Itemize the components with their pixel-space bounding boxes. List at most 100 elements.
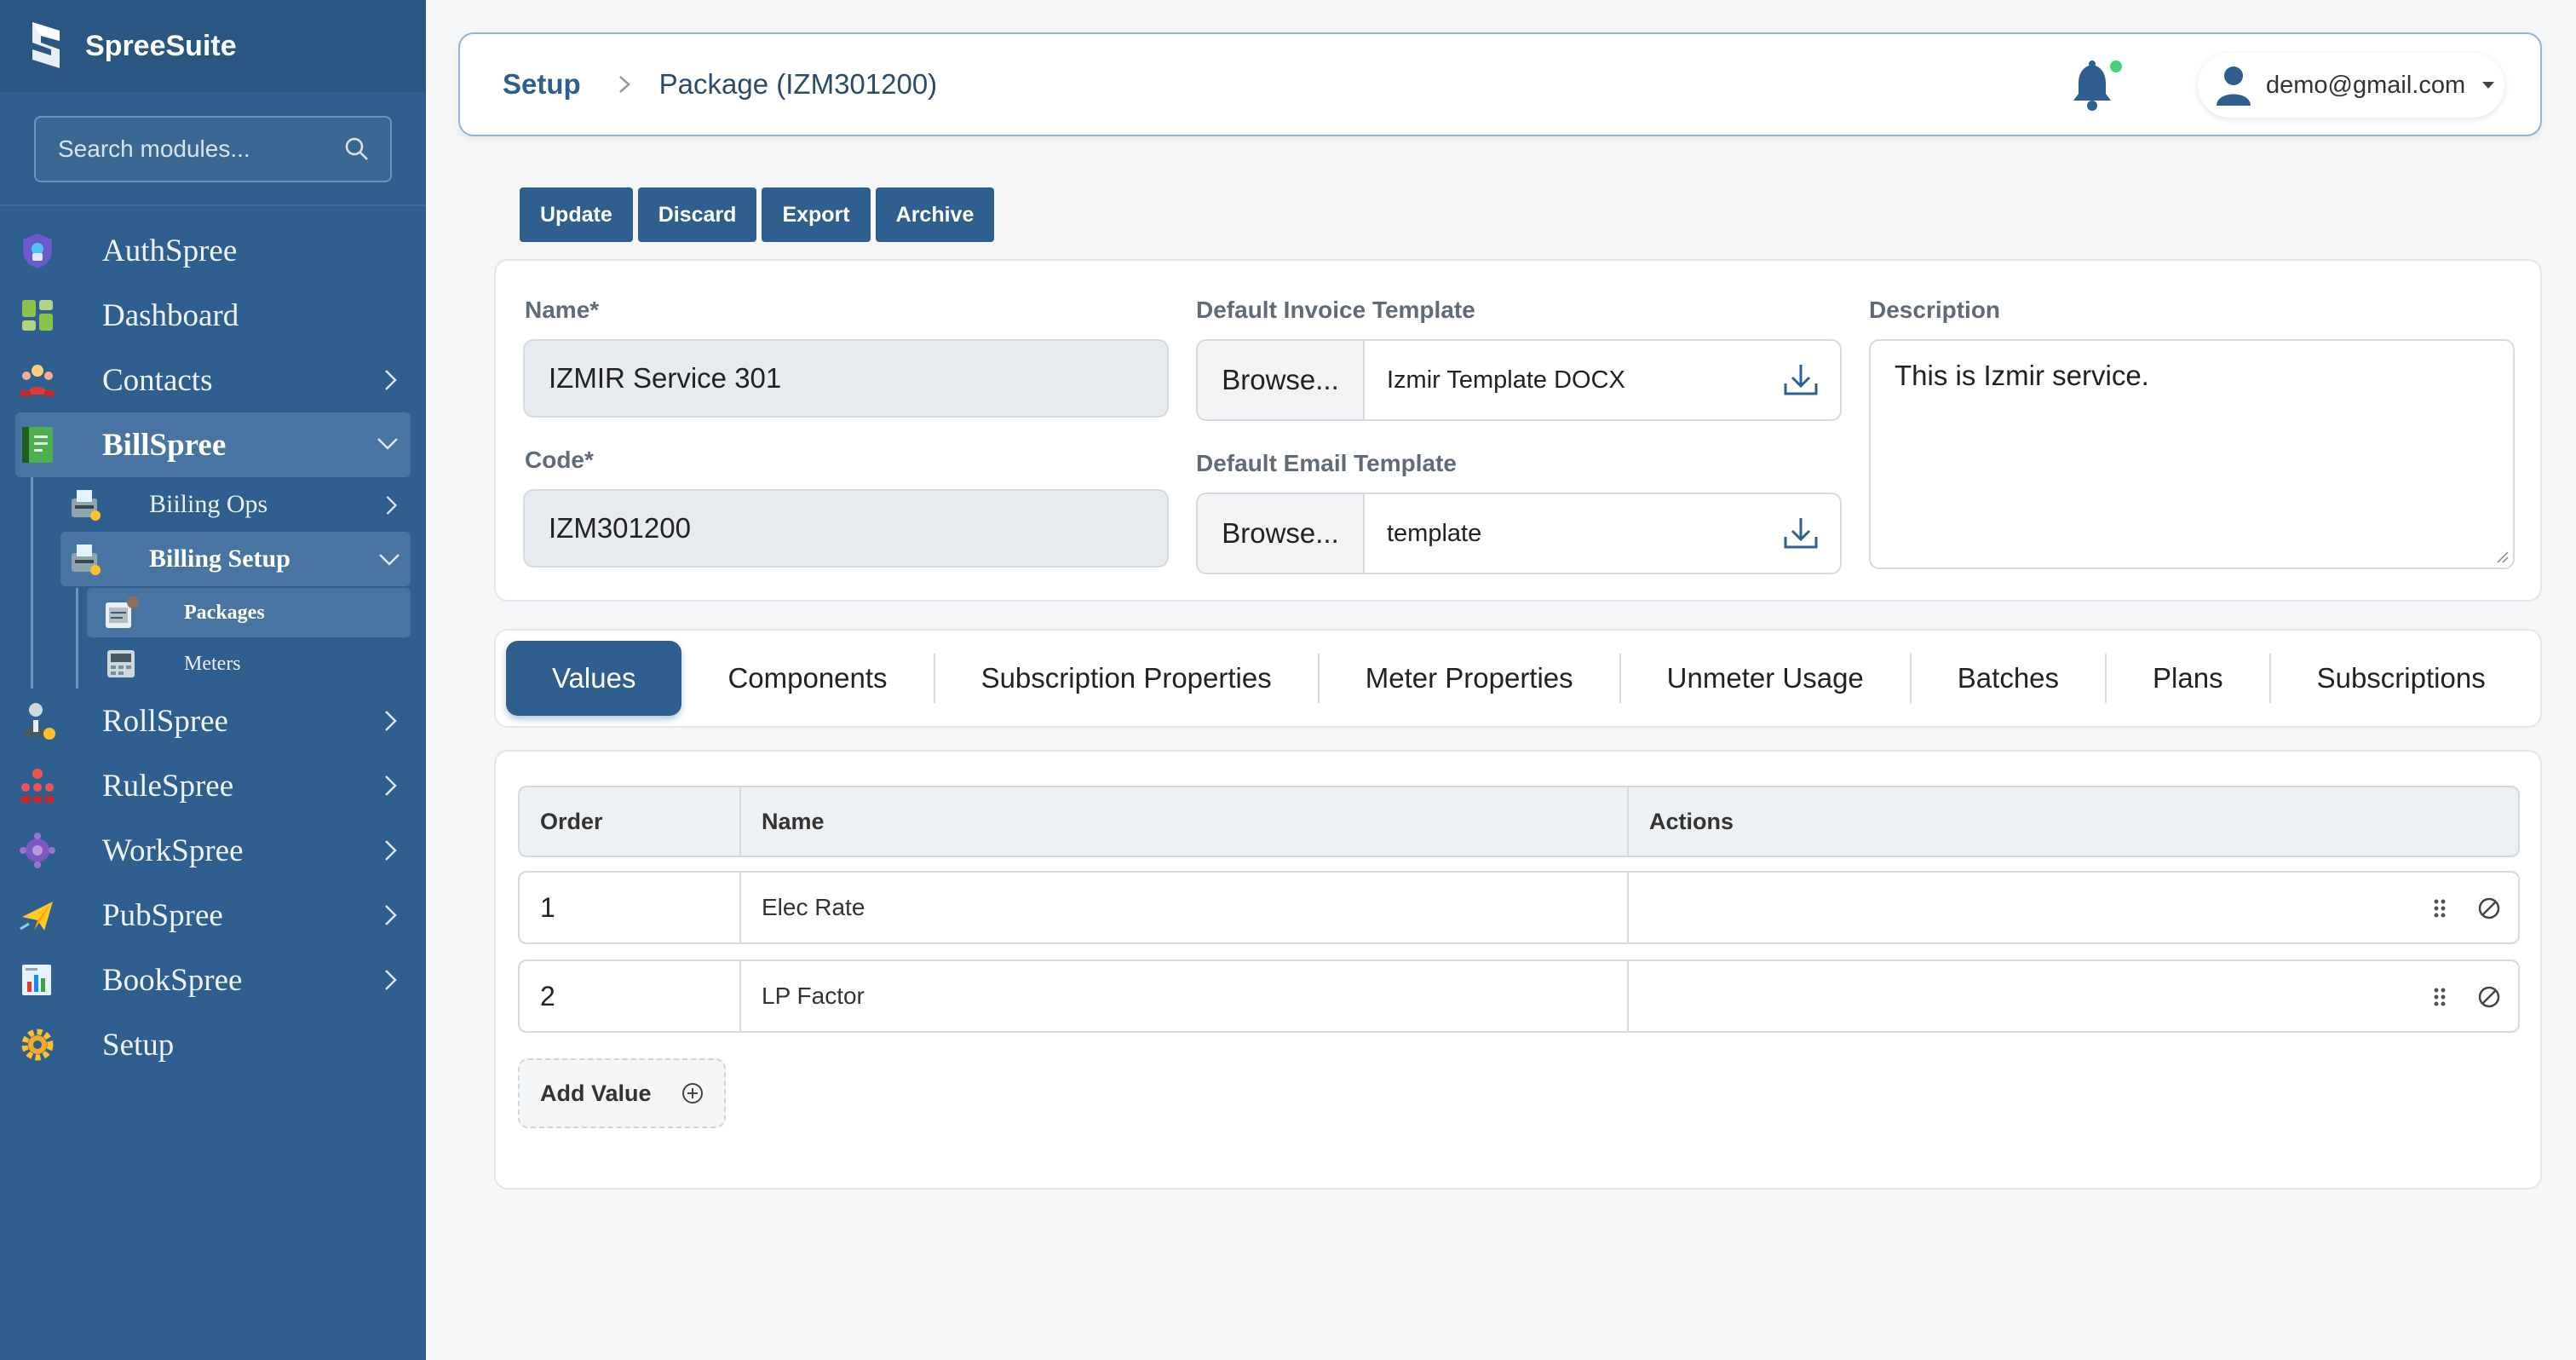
row-order[interactable]: 2: [520, 961, 741, 1031]
top-header: Setup Package (IZM301200) demo@gmail.com: [458, 32, 2542, 136]
sidebar-item-billing-ops[interactable]: Biiling Ops: [33, 477, 426, 532]
dashboard-icon: [17, 295, 58, 336]
sidebar-item-rollspree[interactable]: RollSpree: [0, 689, 426, 753]
code-label: Code*: [525, 447, 594, 473]
sidebar-item-pubspree[interactable]: PubSpree: [0, 883, 426, 948]
invoice-browse-button[interactable]: Browse...: [1198, 341, 1365, 419]
sidebar-item-setup[interactable]: Setup: [0, 1012, 426, 1077]
sidebar-item-label: RollSpree: [102, 703, 228, 739]
plus-circle-icon: [681, 1083, 703, 1104]
chevron-right-icon[interactable]: [380, 774, 400, 798]
search-box[interactable]: [34, 116, 392, 182]
chevron-right-icon[interactable]: [380, 968, 400, 992]
sidebar-item-label: Biiling Ops: [149, 490, 268, 518]
sidebar-item-packages[interactable]: Packages: [87, 588, 411, 637]
add-value-button[interactable]: Add Value: [518, 1058, 726, 1128]
sidebar-item-workspree[interactable]: WorkSpree: [0, 818, 426, 883]
tab-plans[interactable]: Plans: [2107, 641, 2269, 716]
workspree-icon: [17, 830, 58, 871]
breadcrumb-root[interactable]: Setup: [503, 68, 581, 101]
sidebar-item-label: PubSpree: [102, 897, 223, 933]
discard-button[interactable]: Discard: [637, 187, 757, 242]
shield-icon: [17, 230, 58, 271]
chevron-right-icon[interactable]: [380, 368, 400, 392]
contacts-icon: [17, 360, 58, 401]
disable-icon[interactable]: [2475, 895, 2503, 922]
sidebar-item-meters[interactable]: Meters: [78, 639, 426, 689]
chevron-right-icon[interactable]: [380, 709, 400, 733]
add-value-label: Add Value: [540, 1080, 652, 1106]
name-field[interactable]: IZMIR Service 301: [523, 339, 1169, 418]
meters-icon: [107, 650, 135, 677]
sidebar-item-contacts[interactable]: Contacts: [0, 348, 426, 412]
archive-button[interactable]: Archive: [875, 187, 995, 242]
sidebar-nav: AuthSpree Dashboard Contacts BillSpree B…: [0, 206, 426, 1077]
tab-values[interactable]: Values: [506, 641, 682, 716]
sidebar: SpreeSuite AuthSpree Dashboard: [0, 0, 426, 1360]
column-header-name: Name: [741, 787, 1629, 856]
description-textarea[interactable]: This is Izmir service.: [1869, 339, 2515, 569]
billing-ops-icon: [66, 486, 103, 523]
brand[interactable]: SpreeSuite: [0, 0, 426, 92]
table-row: 1 Elec Rate: [518, 871, 2520, 944]
tab-meter-properties[interactable]: Meter Properties: [1320, 641, 1619, 716]
sidebar-item-label: Setup: [102, 1027, 175, 1063]
sidebar-item-label: Contacts: [102, 362, 213, 398]
search-icon[interactable]: [344, 136, 370, 162]
chevron-down-icon[interactable]: [375, 433, 400, 453]
chevron-down-icon[interactable]: [377, 549, 402, 569]
sidebar-item-label: RuleSpree: [102, 768, 234, 804]
module-search: [0, 92, 426, 206]
code-value: IZM301200: [549, 512, 691, 544]
sidebar-item-billspree[interactable]: BillSpree: [15, 412, 411, 477]
sidebar-item-dashboard[interactable]: Dashboard: [0, 283, 426, 348]
sidebar-item-label: Meters: [184, 652, 241, 675]
billing-setup-icon: [66, 540, 103, 578]
download-icon[interactable]: [1780, 513, 1821, 554]
user-avatar-icon: [2217, 66, 2251, 106]
chevron-right-icon[interactable]: [380, 903, 400, 927]
packages-icon: [106, 596, 139, 628]
tab-subscriptions[interactable]: Subscriptions: [2271, 641, 2532, 716]
package-form: Name* IZMIR Service 301 Code* IZM301200 …: [494, 259, 2542, 602]
tab-batches[interactable]: Batches: [1912, 641, 2105, 716]
bell-icon[interactable]: [2067, 58, 2123, 114]
code-field[interactable]: IZM301200: [523, 489, 1169, 568]
email-template-label: Default Email Template: [1196, 450, 1458, 476]
resize-handle-icon[interactable]: [2494, 549, 2510, 564]
sidebar-item-authspree[interactable]: AuthSpree: [0, 218, 426, 283]
sidebar-item-label: Dashboard: [102, 297, 239, 333]
tab-components[interactable]: Components: [681, 641, 933, 716]
drag-handle-icon[interactable]: [2426, 983, 2453, 1011]
column-header-actions: Actions: [1649, 808, 1734, 834]
sidebar-item-rulespree[interactable]: RuleSpree: [0, 753, 426, 818]
description-value: This is Izmir service.: [1895, 360, 2149, 391]
disable-icon[interactable]: [2475, 983, 2503, 1011]
tab-subscription-properties[interactable]: Subscription Properties: [935, 641, 1318, 716]
row-name[interactable]: LP Factor: [741, 961, 1629, 1031]
user-menu[interactable]: demo@gmail.com: [2198, 53, 2504, 118]
paper-plane-icon: [17, 895, 58, 936]
rollspree-icon: [17, 700, 58, 741]
invoice-file-name: Izmir Template DOCX: [1387, 366, 1625, 394]
update-button[interactable]: Update: [520, 187, 633, 242]
action-toolbar: Update Discard Export Archive: [520, 187, 995, 242]
app-name: SpreeSuite: [85, 29, 237, 62]
bill-icon: [17, 424, 58, 465]
chevron-right-icon[interactable]: [382, 494, 400, 516]
breadcrumb-current: Package (IZM301200): [658, 68, 938, 100]
table-row: 2 LP Factor: [518, 959, 2520, 1033]
export-button[interactable]: Export: [762, 187, 871, 242]
drag-handle-icon[interactable]: [2426, 895, 2453, 922]
download-icon[interactable]: [1780, 360, 1821, 401]
email-browse-button[interactable]: Browse...: [1198, 494, 1365, 573]
row-order[interactable]: 1: [520, 873, 741, 942]
row-name[interactable]: Elec Rate: [741, 873, 1629, 942]
invoice-template-label: Default Invoice Template: [1196, 297, 1475, 323]
name-label: Name*: [525, 297, 600, 323]
search-input[interactable]: [56, 135, 329, 164]
tab-unmeter-usage[interactable]: Unmeter Usage: [1621, 641, 1910, 716]
sidebar-item-bookspree[interactable]: BookSpree: [0, 948, 426, 1012]
sidebar-item-billing-setup[interactable]: Billing Setup: [60, 532, 411, 586]
chevron-right-icon[interactable]: [380, 838, 400, 862]
